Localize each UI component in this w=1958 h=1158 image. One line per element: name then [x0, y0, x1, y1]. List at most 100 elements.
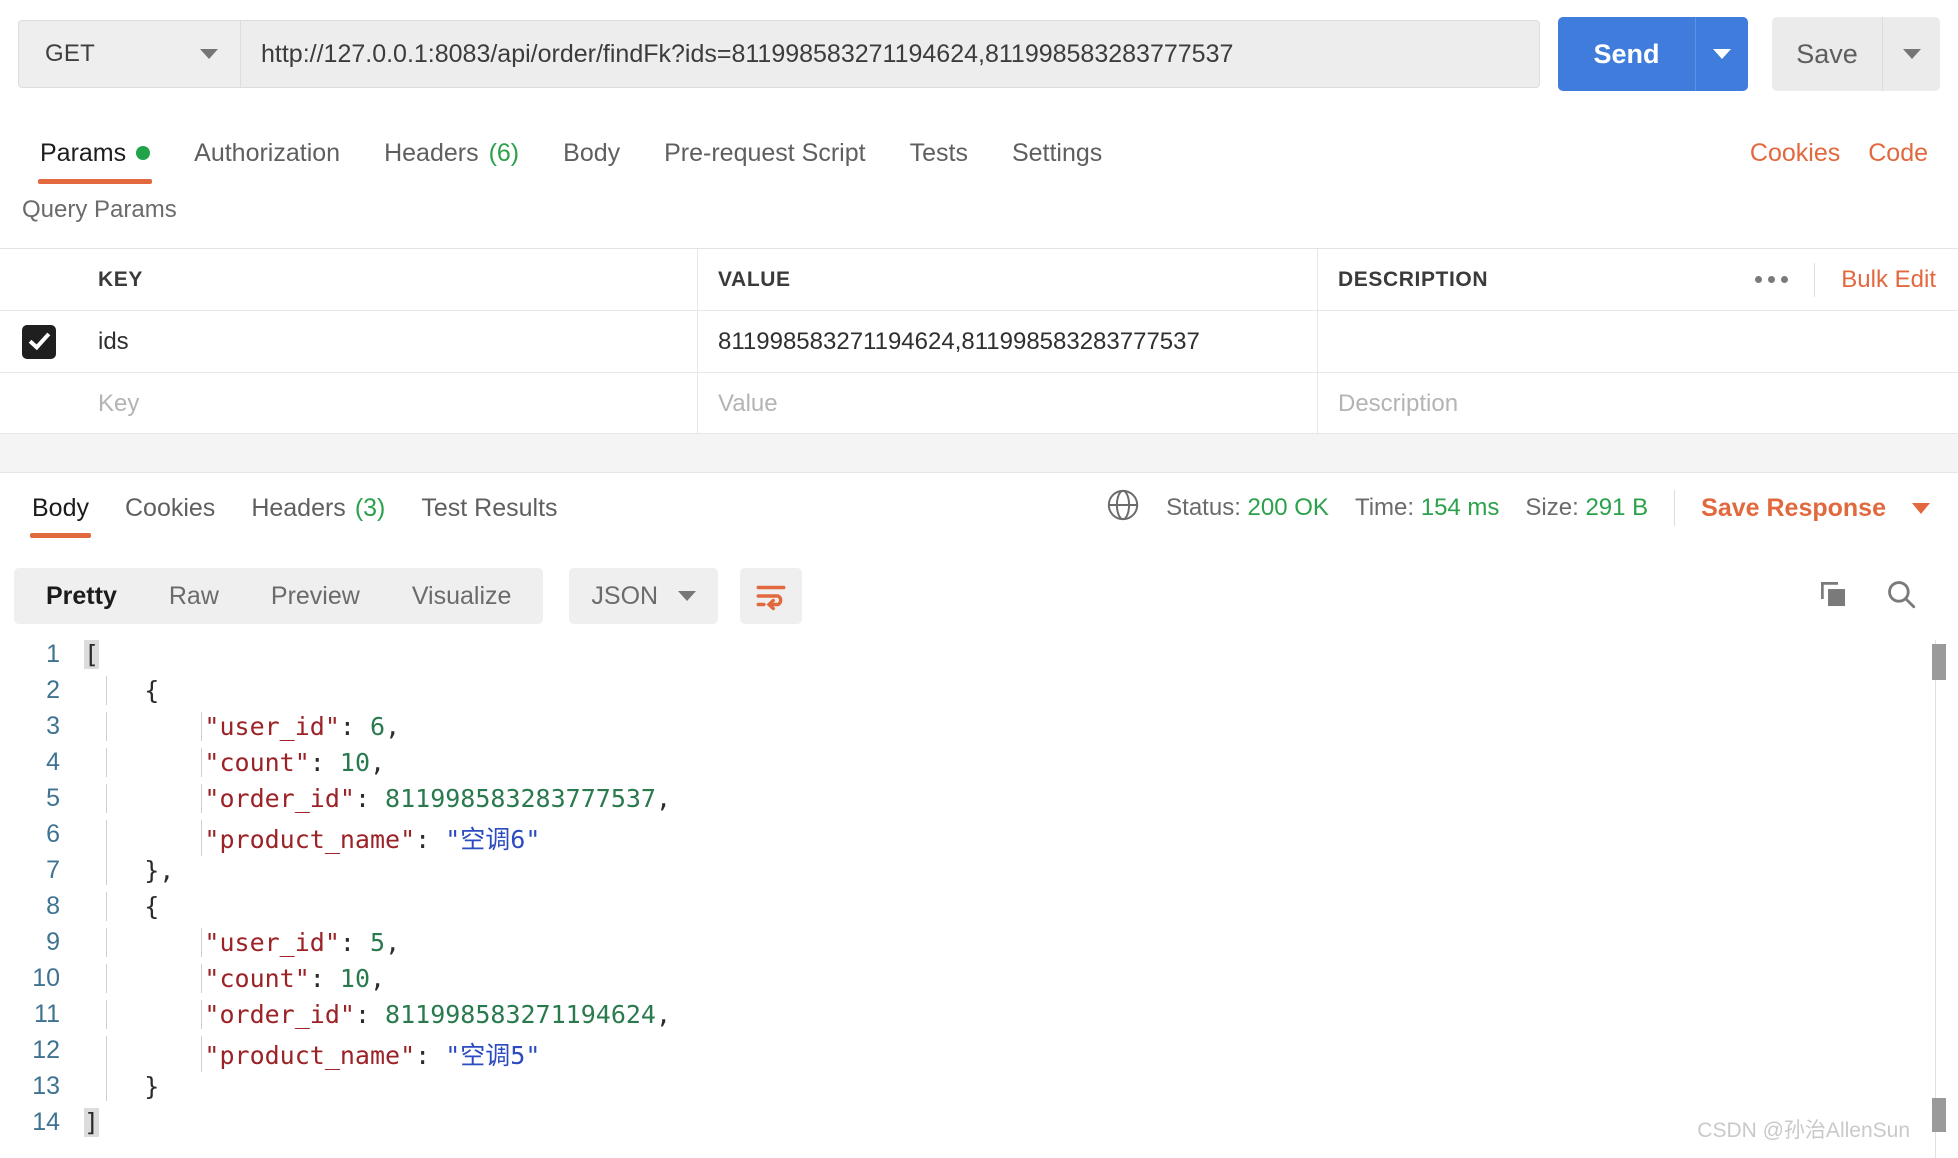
- response-format-label: JSON: [591, 581, 659, 610]
- new-param-value-input[interactable]: Value: [698, 373, 1318, 434]
- table-header-row: KEY VALUE DESCRIPTION Bulk Edit: [0, 249, 1958, 311]
- response-tab-test-results[interactable]: Test Results: [403, 478, 575, 538]
- view-mode-visualize[interactable]: Visualize: [386, 568, 538, 624]
- response-scrollbar-track[interactable]: [1935, 640, 1936, 1158]
- cookies-link[interactable]: Cookies: [1750, 139, 1840, 168]
- response-scrollbar-thumb[interactable]: [1932, 644, 1946, 680]
- send-options-button[interactable]: [1695, 17, 1748, 91]
- save-options-button[interactable]: [1882, 17, 1940, 91]
- code-tokens: "user_id": 6,: [84, 712, 400, 741]
- response-toolbar-actions: [1816, 577, 1944, 616]
- code-line: 7 },: [0, 856, 1958, 892]
- tab-pre-request-script-label: Pre-request Script: [664, 138, 866, 167]
- panel-divider[interactable]: [0, 433, 1958, 473]
- url-input[interactable]: http://127.0.0.1:8083/api/order/findFk?i…: [240, 20, 1540, 88]
- code-tokens: "user_id": 5,: [84, 928, 400, 957]
- response-body-code[interactable]: 1[2 {3 "user_id": 6, 4 "count": 10, 5 "ord…: [0, 640, 1958, 1158]
- code-token: ,: [385, 712, 401, 741]
- indent-guide: [106, 1036, 107, 1072]
- response-scrollbar-thumb-secondary[interactable]: [1932, 1098, 1946, 1132]
- code-line-content: "product_name": "空调5": [84, 1036, 1958, 1072]
- response-tab-body[interactable]: Body: [14, 478, 107, 538]
- line-number: 7: [46, 856, 60, 884]
- query-params-title: Query Params: [22, 196, 177, 223]
- view-mode-pretty[interactable]: Pretty: [20, 568, 143, 624]
- code-line-content: "count": 10,: [84, 964, 1958, 993]
- tab-headers[interactable]: Headers (6): [362, 122, 541, 184]
- indent-guide: [201, 964, 202, 993]
- response-tab-headers[interactable]: Headers (3): [233, 478, 403, 538]
- tab-params-label: Params: [40, 138, 127, 167]
- view-mode-raw[interactable]: Raw: [143, 568, 245, 624]
- response-tab-test-results-label: Test Results: [421, 493, 558, 522]
- size-value: 291 B: [1585, 494, 1649, 521]
- param-key-input[interactable]: ids: [78, 311, 698, 372]
- column-header-key: KEY: [78, 249, 698, 310]
- indent-guide: [201, 748, 202, 777]
- code-tokens: ]: [84, 1108, 100, 1137]
- chevron-down-icon: [678, 591, 697, 601]
- tab-tests[interactable]: Tests: [888, 122, 990, 184]
- send-button[interactable]: Send: [1558, 17, 1695, 91]
- tab-authorization[interactable]: Authorization: [172, 122, 362, 184]
- code-token: 811998583283777537: [385, 784, 656, 813]
- ellipsis-icon[interactable]: [1729, 262, 1816, 297]
- save-response-button[interactable]: Save Response: [1701, 494, 1886, 523]
- code-link[interactable]: Code: [1868, 139, 1928, 168]
- tab-body[interactable]: Body: [541, 122, 642, 184]
- search-icon[interactable]: [1884, 577, 1918, 616]
- code-line-content: "count": 10,: [84, 748, 1958, 777]
- save-button[interactable]: Save: [1772, 17, 1882, 91]
- indent-guide: [106, 964, 107, 993]
- check-icon: [28, 327, 50, 351]
- indent-guide: [106, 784, 107, 813]
- indent-guide: [201, 820, 202, 856]
- chevron-down-icon[interactable]: [1912, 502, 1930, 514]
- code-line: 9 "user_id": 5,: [0, 928, 1958, 964]
- globe-icon: [1106, 488, 1140, 529]
- empty-row-checkbox-cell: [0, 373, 78, 434]
- code-tokens: "product_name": "空调5": [84, 1041, 540, 1070]
- code-line: 5 "order_id": 811998583283777537,: [0, 784, 1958, 820]
- view-mode-preview[interactable]: Preview: [245, 568, 386, 624]
- param-description-input[interactable]: [1318, 311, 1958, 372]
- code-token: :: [339, 712, 370, 741]
- code-line: 14]: [0, 1108, 1958, 1144]
- code-token: 6: [370, 712, 386, 741]
- http-method-selector[interactable]: GET: [18, 20, 240, 88]
- code-line-content: [: [84, 640, 1958, 669]
- new-param-key-input[interactable]: Key: [78, 373, 698, 434]
- word-wrap-toggle[interactable]: [740, 568, 803, 624]
- indent-guide: [201, 928, 202, 957]
- code-line: 1[: [0, 640, 1958, 676]
- tab-pre-request-script[interactable]: Pre-request Script: [642, 122, 887, 184]
- size-label: Size:: [1525, 494, 1579, 521]
- code-line: 12 "product_name": "空调5": [0, 1036, 1958, 1072]
- code-token: "空调5": [445, 1041, 541, 1070]
- param-enabled-checkbox[interactable]: [22, 324, 56, 359]
- send-button-group: Send: [1558, 17, 1748, 91]
- tab-body-label: Body: [563, 138, 621, 167]
- code-tokens: {: [84, 676, 159, 705]
- response-tab-cookies[interactable]: Cookies: [107, 478, 233, 538]
- indent-guide: [106, 1000, 107, 1029]
- bulk-edit-button[interactable]: Bulk Edit: [1815, 266, 1936, 294]
- param-value-input[interactable]: 811998583271194624,811998583283777537: [698, 311, 1318, 372]
- response-format-selector[interactable]: JSON: [569, 568, 719, 624]
- tab-params[interactable]: Params: [18, 122, 172, 184]
- params-modified-dot-icon: [136, 146, 151, 160]
- code-token: {: [144, 892, 160, 921]
- code-token: }: [144, 1072, 160, 1101]
- tab-settings[interactable]: Settings: [990, 122, 1124, 184]
- line-number: 13: [32, 1072, 60, 1100]
- new-param-description-input[interactable]: Description: [1318, 373, 1958, 434]
- code-line: 3 "user_id": 6,: [0, 712, 1958, 748]
- indent-guide: [106, 1072, 107, 1101]
- code-line-content: {: [84, 676, 1958, 705]
- response-tab-body-label: Body: [32, 493, 89, 522]
- status-label: Status:: [1166, 494, 1241, 521]
- copy-icon[interactable]: [1816, 577, 1850, 616]
- time-group: Time: 154 ms: [1355, 494, 1499, 522]
- indent-guide: [106, 712, 107, 741]
- column-header-value: VALUE: [698, 249, 1318, 310]
